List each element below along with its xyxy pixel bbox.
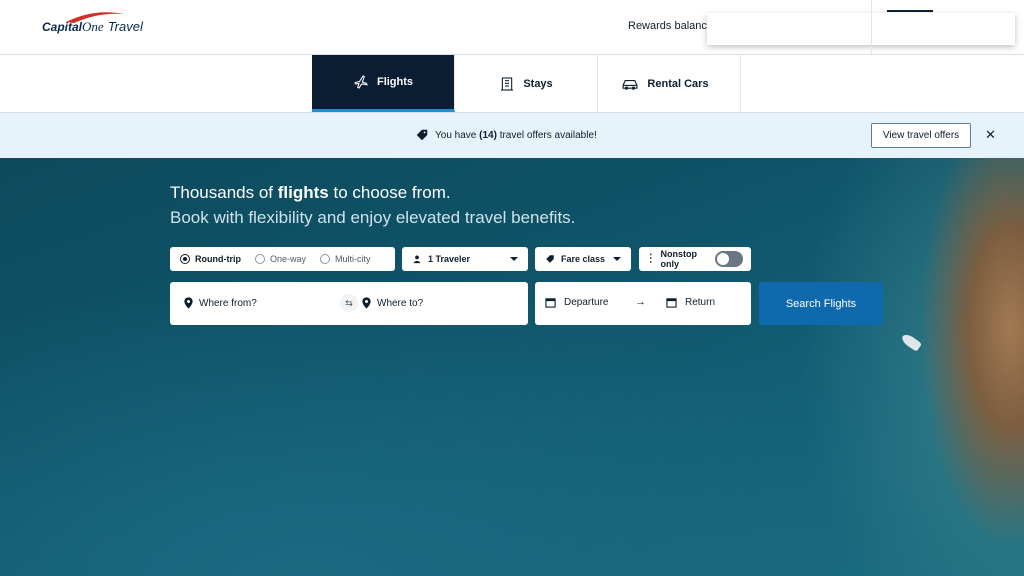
offer-count: (14) bbox=[479, 129, 497, 141]
radio-unselected-icon bbox=[320, 254, 330, 264]
offer-suffix: travel offers available! bbox=[496, 129, 597, 141]
trip-type-selector: Round-trip One-way Multi-city bbox=[170, 247, 395, 271]
building-icon bbox=[501, 76, 514, 91]
tabs-divider bbox=[740, 55, 741, 112]
account-menu-underline bbox=[887, 10, 933, 12]
location-pin-icon bbox=[184, 297, 193, 309]
tag-icon bbox=[546, 255, 554, 263]
logo-swoosh-icon bbox=[66, 12, 124, 23]
calendar-icon bbox=[545, 298, 556, 308]
tab-stays-label: Stays bbox=[523, 77, 553, 90]
hero-section: Thousands of flights to choose from. Boo… bbox=[0, 158, 1024, 576]
where-to-placeholder: Where to? bbox=[377, 297, 424, 309]
fare-class-value: Fare class bbox=[561, 254, 606, 264]
calendar-icon bbox=[666, 298, 677, 308]
tab-stays[interactable]: Stays bbox=[455, 55, 598, 112]
departure-placeholder: Departure bbox=[564, 297, 609, 308]
radio-one-way[interactable]: One-way bbox=[254, 254, 306, 264]
where-to-input[interactable]: Where to? bbox=[362, 297, 423, 309]
travelers-value: 1 Traveler bbox=[428, 254, 471, 264]
rewards-balance-label: Rewards balance: bbox=[628, 20, 717, 32]
capital-one-travel-logo[interactable]: Capital One Travel bbox=[42, 12, 143, 35]
tab-flights-label: Flights bbox=[376, 76, 414, 88]
radio-round-trip[interactable]: Round-trip bbox=[180, 254, 241, 264]
return-placeholder: Return bbox=[685, 297, 716, 308]
search-flights-button[interactable]: Search Flights bbox=[759, 282, 883, 325]
person-icon bbox=[413, 255, 421, 264]
radio-selected-icon bbox=[180, 254, 190, 264]
chevron-down-icon bbox=[613, 257, 621, 261]
tab-rental-cars[interactable]: Rental Cars bbox=[598, 55, 741, 112]
route-inputs: Where from? ⇆ Where to? bbox=[170, 282, 528, 325]
airplane-icon bbox=[354, 75, 368, 89]
radio-one-way-label: One-way bbox=[269, 254, 306, 264]
rewards-balance-dropdown[interactable] bbox=[707, 13, 1015, 45]
arrow-right-icon: → bbox=[635, 296, 646, 308]
header-divider bbox=[871, 0, 872, 55]
date-inputs: Departure → Return bbox=[535, 282, 751, 325]
route-icon bbox=[650, 253, 652, 265]
nonstop-label: Nonstop only bbox=[660, 249, 698, 269]
car-icon bbox=[622, 79, 638, 90]
tab-flights[interactable]: Flights bbox=[312, 55, 455, 112]
fare-class-dropdown[interactable]: Fare class bbox=[535, 247, 631, 271]
product-tabs: Flights Stays Rental Cars bbox=[0, 55, 1024, 113]
radio-multi-city[interactable]: Multi-city bbox=[320, 254, 371, 264]
where-from-input[interactable]: Where from? bbox=[184, 297, 257, 309]
hero-title-suffix: to choose from. bbox=[328, 183, 451, 202]
radio-round-trip-label: Round-trip bbox=[195, 254, 241, 264]
travelers-dropdown[interactable]: 1 Traveler bbox=[402, 247, 528, 271]
top-header: Capital One Travel Rewards balance: bbox=[0, 0, 1024, 55]
travel-offers-banner: You have (14) travel offers available! V… bbox=[0, 113, 1024, 158]
nonstop-toggle[interactable] bbox=[714, 251, 743, 267]
close-icon[interactable]: ✕ bbox=[985, 127, 996, 143]
location-pin-icon bbox=[362, 297, 371, 309]
view-travel-offers-button[interactable]: View travel offers bbox=[871, 123, 971, 148]
offer-prefix: You have bbox=[435, 129, 480, 141]
nonstop-toggle-panel: Nonstop only bbox=[639, 247, 751, 271]
tab-rental-cars-label: Rental Cars bbox=[647, 77, 709, 90]
chevron-down-icon bbox=[510, 257, 518, 261]
hero-subtitle: Book with flexibility and enjoy elevated… bbox=[170, 208, 576, 227]
price-tag-icon bbox=[416, 129, 428, 141]
radio-unselected-icon bbox=[254, 254, 265, 264]
hero-title-bold: flights bbox=[277, 183, 329, 202]
swap-icon[interactable]: ⇆ bbox=[340, 294, 358, 312]
radio-multi-city-label: Multi-city bbox=[335, 254, 371, 264]
return-input[interactable]: Return bbox=[666, 297, 715, 308]
hero-title-prefix: Thousands of bbox=[170, 183, 278, 202]
hero-title: Thousands of flights to choose from. bbox=[170, 183, 451, 203]
boat-image bbox=[899, 332, 923, 352]
where-from-placeholder: Where from? bbox=[199, 297, 257, 309]
departure-input[interactable]: Departure bbox=[545, 297, 608, 308]
offer-message: You have (14) travel offers available! bbox=[415, 128, 597, 142]
